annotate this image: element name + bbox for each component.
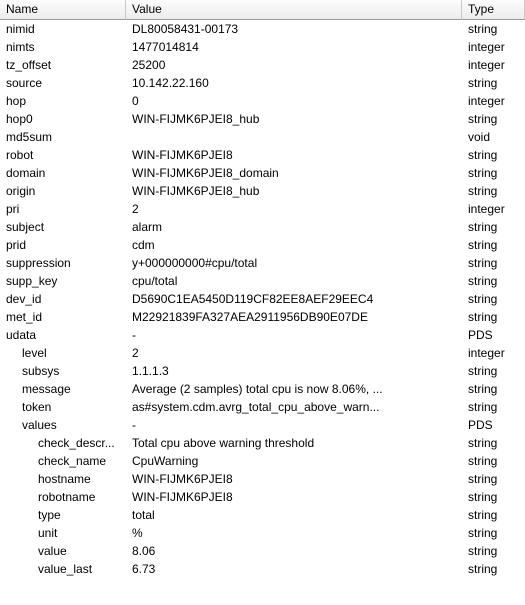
column-header-value[interactable]: Value	[126, 0, 462, 20]
row-type: string	[462, 362, 525, 380]
row-type: string	[462, 254, 525, 272]
row-name[interactable]: pri	[0, 200, 126, 218]
row-value[interactable]: WIN-FIJMK6PJEI8	[126, 488, 462, 506]
row-type: integer	[462, 38, 525, 56]
row-type: string	[462, 506, 525, 524]
row-type: string	[462, 398, 525, 416]
row-name[interactable]: check_descr...	[0, 434, 126, 452]
row-value[interactable]: 0	[126, 92, 462, 110]
row-value[interactable]: as#system.cdm.avrg_total_cpu_above_warn.…	[126, 398, 462, 416]
row-type: integer	[462, 56, 525, 74]
row-type: string	[462, 218, 525, 236]
row-name[interactable]: dev_id	[0, 290, 126, 308]
row-value[interactable]: WIN-FIJMK6PJEI8	[126, 146, 462, 164]
row-type: string	[462, 182, 525, 200]
row-value[interactable]: cdm	[126, 236, 462, 254]
row-name[interactable]: origin	[0, 182, 126, 200]
row-value[interactable]: WIN-FIJMK6PJEI8_hub	[126, 110, 462, 128]
row-type: string	[462, 434, 525, 452]
row-name[interactable]: suppression	[0, 254, 126, 272]
row-name[interactable]: met_id	[0, 308, 126, 326]
row-name[interactable]: source	[0, 74, 126, 92]
row-name[interactable]: type	[0, 506, 126, 524]
row-name[interactable]: udata	[0, 326, 126, 344]
row-value[interactable]: 2	[126, 344, 462, 362]
row-type: string	[462, 470, 525, 488]
row-value[interactable]: Total cpu above warning threshold	[126, 434, 462, 452]
row-type: string	[462, 542, 525, 560]
row-value[interactable]: cpu/total	[126, 272, 462, 290]
row-name[interactable]: supp_key	[0, 272, 126, 290]
row-name[interactable]: subsys	[0, 362, 126, 380]
row-type: string	[462, 488, 525, 506]
row-type: string	[462, 110, 525, 128]
row-value[interactable]: 25200	[126, 56, 462, 74]
row-name[interactable]: tz_offset	[0, 56, 126, 74]
row-value[interactable]: 2	[126, 200, 462, 218]
row-value[interactable]: 1477014814	[126, 38, 462, 56]
row-type: string	[462, 146, 525, 164]
row-name[interactable]: values	[0, 416, 126, 434]
row-value[interactable]: -	[126, 326, 462, 344]
row-type: string	[462, 236, 525, 254]
row-name[interactable]: hop	[0, 92, 126, 110]
row-type: PDS	[462, 326, 525, 344]
row-name[interactable]: value	[0, 542, 126, 560]
row-value[interactable]: alarm	[126, 218, 462, 236]
row-type: integer	[462, 92, 525, 110]
row-value[interactable]: M22921839FA327AEA2911956DB90E07DE	[126, 308, 462, 326]
row-value[interactable]: WIN-FIJMK6PJEI8_hub	[126, 182, 462, 200]
row-value[interactable]: DL80058431-00173	[126, 20, 462, 38]
row-type: string	[462, 524, 525, 542]
property-grid: Name Value Type nimidDL80058431-00173str…	[0, 0, 525, 578]
row-name[interactable]: robotname	[0, 488, 126, 506]
row-type: string	[462, 452, 525, 470]
row-name[interactable]: check_name	[0, 452, 126, 470]
row-type: string	[462, 290, 525, 308]
row-name[interactable]: value_last	[0, 560, 126, 578]
row-type: string	[462, 308, 525, 326]
row-value[interactable]: total	[126, 506, 462, 524]
column-header-name[interactable]: Name	[0, 0, 126, 20]
row-value[interactable]: WIN-FIJMK6PJEI8	[126, 470, 462, 488]
row-name[interactable]: hostname	[0, 470, 126, 488]
row-value[interactable]: y+000000000#cpu/total	[126, 254, 462, 272]
row-type: PDS	[462, 416, 525, 434]
row-name[interactable]: robot	[0, 146, 126, 164]
row-name[interactable]: nimts	[0, 38, 126, 56]
row-name[interactable]: level	[0, 344, 126, 362]
row-value[interactable]: Average (2 samples) total cpu is now 8.0…	[126, 380, 462, 398]
row-name[interactable]: domain	[0, 164, 126, 182]
row-value[interactable]: %	[126, 524, 462, 542]
row-value[interactable]: CpuWarning	[126, 452, 462, 470]
row-type: string	[462, 20, 525, 38]
row-name[interactable]: nimid	[0, 20, 126, 38]
row-type: integer	[462, 200, 525, 218]
row-type: string	[462, 164, 525, 182]
row-value[interactable]	[126, 128, 462, 146]
row-name[interactable]: unit	[0, 524, 126, 542]
row-name[interactable]: message	[0, 380, 126, 398]
row-type: string	[462, 560, 525, 578]
row-value[interactable]: 10.142.22.160	[126, 74, 462, 92]
row-value[interactable]: 1.1.1.3	[126, 362, 462, 380]
row-name[interactable]: subject	[0, 218, 126, 236]
row-type: string	[462, 380, 525, 398]
row-type: string	[462, 74, 525, 92]
row-name[interactable]: token	[0, 398, 126, 416]
row-type: integer	[462, 344, 525, 362]
row-type: string	[462, 272, 525, 290]
row-name[interactable]: hop0	[0, 110, 126, 128]
row-value[interactable]: -	[126, 416, 462, 434]
column-header-type[interactable]: Type	[462, 0, 525, 20]
row-value[interactable]: 8.06	[126, 542, 462, 560]
row-name[interactable]: prid	[0, 236, 126, 254]
row-value[interactable]: D5690C1EA5450D119CF82EE8AEF29EEC4	[126, 290, 462, 308]
row-value[interactable]: WIN-FIJMK6PJEI8_domain	[126, 164, 462, 182]
row-value[interactable]: 6.73	[126, 560, 462, 578]
row-type: void	[462, 128, 525, 146]
row-name[interactable]: md5sum	[0, 128, 126, 146]
